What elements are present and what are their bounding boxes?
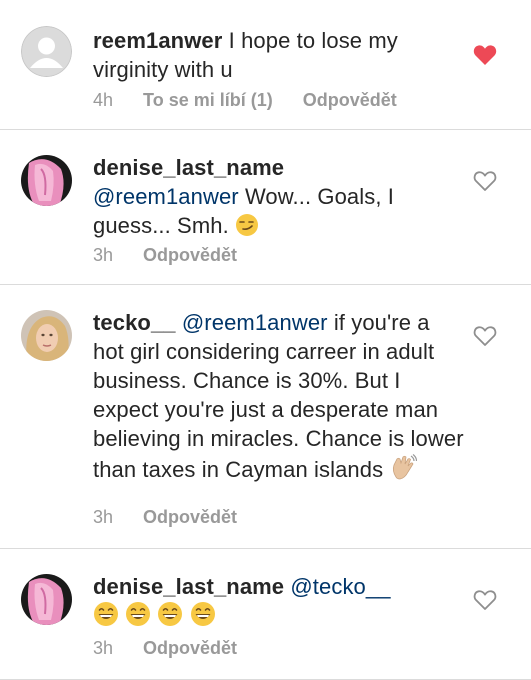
pink-hair-avatar-icon xyxy=(21,574,72,625)
reply-button[interactable]: Odpovědět xyxy=(143,638,237,658)
comment-mention[interactable]: @tecko__ xyxy=(290,574,390,599)
comment-username[interactable]: reem1anwer xyxy=(93,28,222,53)
avatar[interactable] xyxy=(21,310,72,361)
grin-emoji-icon xyxy=(94,602,118,626)
pink-hair-avatar-icon xyxy=(21,155,72,206)
waving-hand-emoji-icon xyxy=(393,454,418,480)
comment-username[interactable]: denise_last_name xyxy=(93,574,284,599)
reply-button[interactable]: Odpovědět xyxy=(143,507,237,527)
comment-meta: 4h To se mi líbí (1) Odpovědět xyxy=(93,90,397,111)
comment-body: tecko__ @reem1anwer if you're a hot girl… xyxy=(93,308,465,484)
comment-item: reem1anwer I hope to lose my virginity w… xyxy=(0,0,531,130)
comment-time: 3h xyxy=(93,507,114,527)
heart-outline-icon[interactable] xyxy=(473,589,497,611)
grin-emoji-icon xyxy=(158,602,183,626)
comment-username[interactable]: tecko__ xyxy=(93,310,176,335)
avatar[interactable] xyxy=(21,574,72,625)
reply-button[interactable]: Odpovědět xyxy=(303,90,397,110)
comment-item: tecko__ @reem1anwer if you're a hot girl… xyxy=(0,285,531,549)
blonde-avatar-icon xyxy=(21,310,72,361)
comment-mention[interactable]: @reem1anwer xyxy=(182,310,328,335)
likes-count-link[interactable]: To se mi líbí (1) xyxy=(143,90,273,110)
grin-emoji-icon xyxy=(190,602,215,626)
comment-username[interactable]: denise_last_name xyxy=(93,155,284,180)
comment-mention[interactable]: @reem1anwer xyxy=(93,184,239,209)
comment-time: 3h xyxy=(93,245,114,265)
comment-item: denise_last_name @reem1anwer Wow... Goal… xyxy=(0,130,531,285)
emoji-row xyxy=(93,602,216,628)
comment-time: 4h xyxy=(93,90,114,110)
comment-meta: 3h Odpovědět xyxy=(93,638,237,659)
comment-body: reem1anwer I hope to lose my virginity w… xyxy=(93,26,465,84)
avatar[interactable] xyxy=(21,155,72,206)
comment-item: denise_last_name @tecko__ 3h Odpovědět xyxy=(0,549,531,680)
avatar[interactable] xyxy=(21,26,72,77)
comment-body: denise_last_name @tecko__ xyxy=(93,572,465,630)
heart-filled-icon[interactable] xyxy=(473,44,497,66)
comment-meta: 3h Odpovědět xyxy=(93,245,237,266)
comment-time: 3h xyxy=(93,638,114,658)
comment-meta: 3h Odpovědět xyxy=(93,507,237,528)
comment-body: denise_last_name @reem1anwer Wow... Goal… xyxy=(93,153,465,240)
heart-outline-icon[interactable] xyxy=(473,170,497,192)
reply-button[interactable]: Odpovědět xyxy=(143,245,237,265)
default-avatar-icon xyxy=(21,26,72,77)
smirk-emoji-icon xyxy=(236,214,259,236)
grin-emoji-icon xyxy=(126,602,151,626)
heart-outline-icon[interactable] xyxy=(473,325,497,347)
